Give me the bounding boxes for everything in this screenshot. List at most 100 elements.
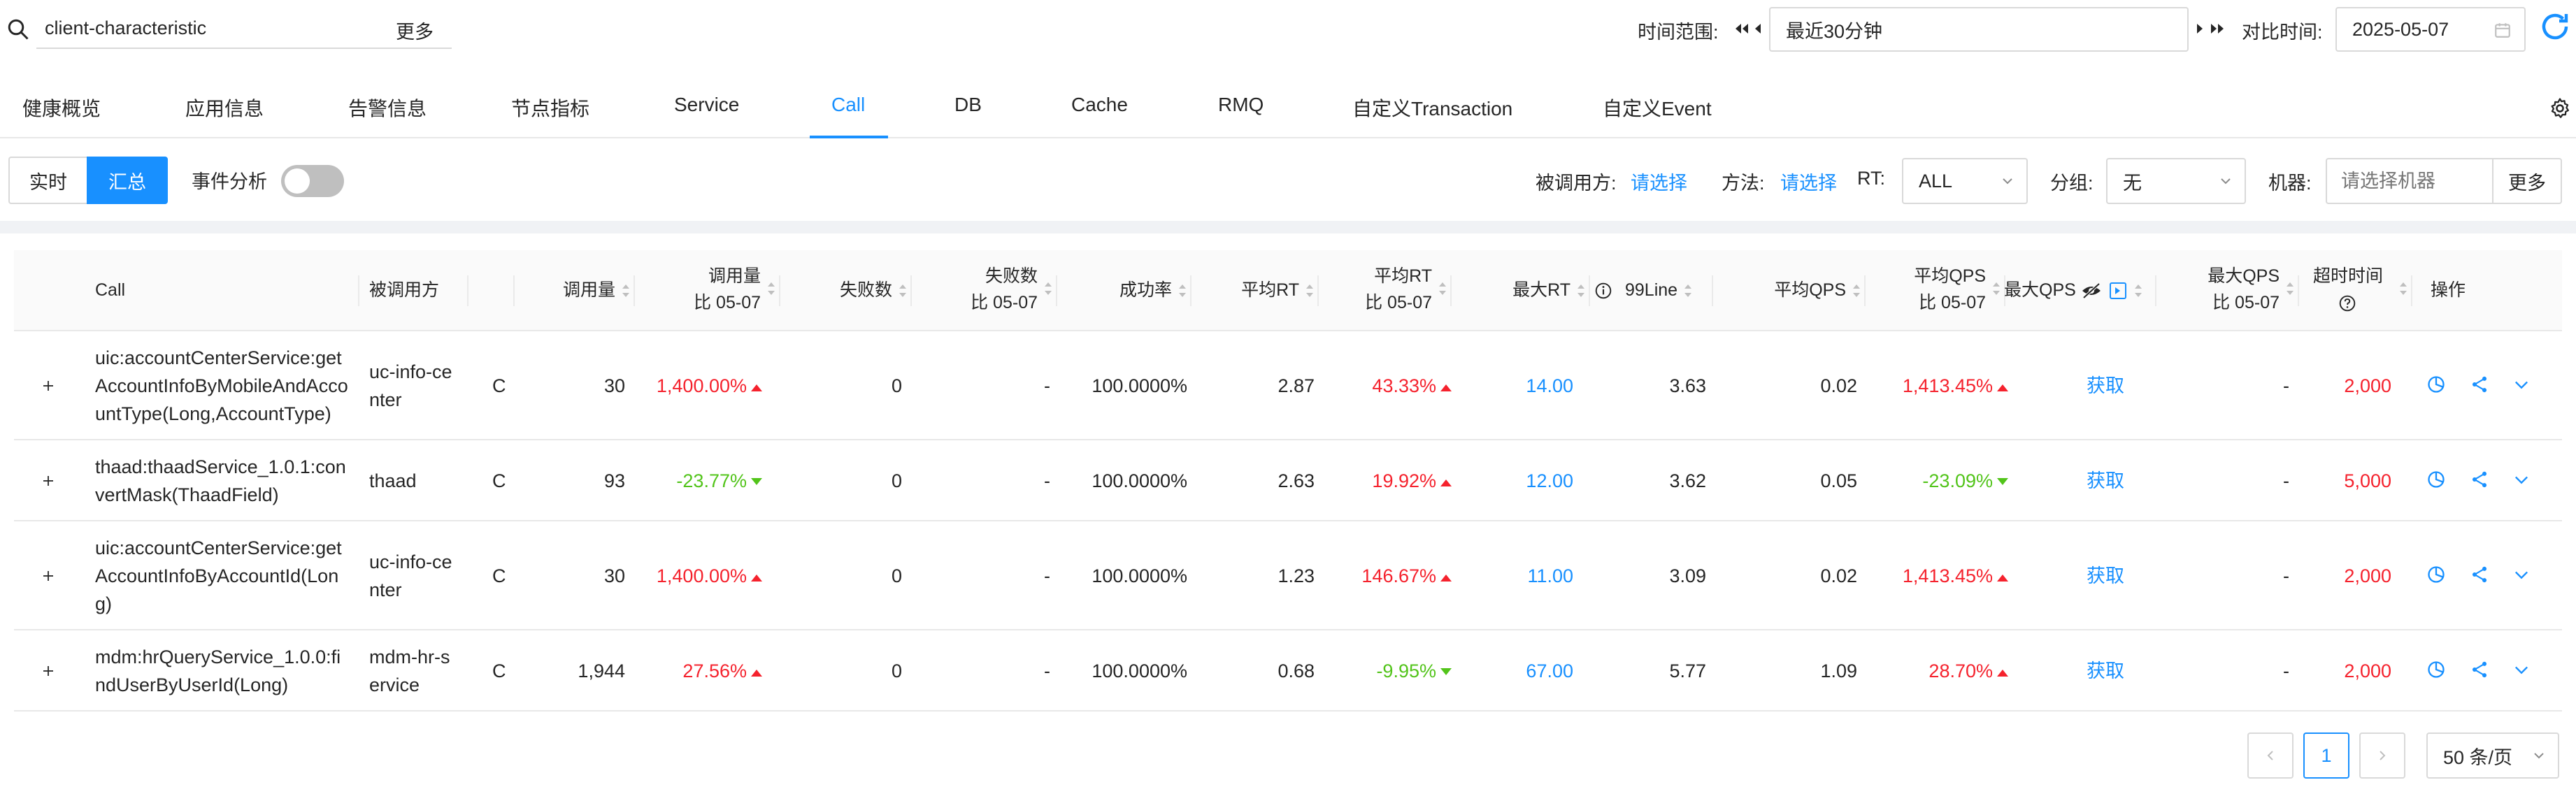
sort-icon[interactable] <box>1991 278 2001 299</box>
max-rt-link[interactable]: 14.00 <box>1453 372 1573 400</box>
page-number-button[interactable]: 1 <box>2303 732 2349 779</box>
chevron-down-icon[interactable] <box>2512 565 2531 584</box>
col-callee[interactable]: 被调用方 <box>369 277 439 303</box>
max-rt-link[interactable]: 11.00 <box>1453 562 1573 590</box>
fetch-max-qps-link[interactable]: 获取 <box>2087 467 2124 495</box>
chevron-down-icon[interactable] <box>2512 470 2531 489</box>
sort-icon[interactable] <box>2133 280 2143 301</box>
sort-icon[interactable] <box>766 278 776 299</box>
sort-icon[interactable] <box>1043 278 1053 299</box>
eye-off-icon[interactable] <box>2080 281 2103 301</box>
realtime-toggle-button[interactable]: 实时 <box>8 157 88 204</box>
arrow-up-icon <box>1997 384 2008 391</box>
page-size-value: 50 条/页 <box>2443 746 2513 768</box>
col-max-qps[interactable]: 最大QPS <box>2004 277 2143 303</box>
search-icon[interactable] <box>6 17 31 42</box>
col-calls-compare[interactable]: 调用量 比 05-07 <box>636 263 776 316</box>
next-page-button[interactable] <box>2359 732 2405 779</box>
chevron-down-icon[interactable] <box>2512 375 2531 394</box>
col-fails-compare[interactable]: 失败数 比 05-07 <box>916 263 1053 316</box>
time-range-select[interactable]: 最近30分钟 <box>1769 7 2189 52</box>
col-timeout[interactable]: 超时时间 <box>2300 263 2408 316</box>
machine-filter-input[interactable] <box>2326 158 2493 204</box>
tab-custom-event[interactable]: 自定义Event <box>1603 94 1712 122</box>
help-icon[interactable] <box>2338 294 2356 312</box>
tab-rmq[interactable]: RMQ <box>1218 94 1264 116</box>
expand-icon[interactable] <box>41 663 56 679</box>
chevron-down-icon[interactable] <box>2512 660 2531 679</box>
col-fails[interactable]: 失败数 <box>783 277 908 303</box>
step-backward-icon[interactable] <box>1748 18 1766 39</box>
col-99line[interactable]: 99Line <box>1594 277 1693 303</box>
sort-icon[interactable] <box>898 280 908 301</box>
fetch-max-qps-link[interactable]: 获取 <box>2087 657 2124 685</box>
page-size-select[interactable]: 50 条/页 <box>2426 732 2559 779</box>
sort-icon[interactable] <box>1683 280 1693 301</box>
max-rt-link[interactable]: 12.00 <box>1453 467 1573 495</box>
step-forward-icon[interactable] <box>2191 18 2210 39</box>
tab-node-metrics[interactable]: 节点指标 <box>511 94 589 122</box>
share-icon[interactable] <box>2470 565 2489 584</box>
col-max-rt[interactable]: 最大RT <box>1453 277 1586 303</box>
sort-icon[interactable] <box>1438 278 1447 299</box>
tab-health-overview[interactable]: 健康概览 <box>22 94 101 122</box>
col-call[interactable]: Call <box>95 277 125 303</box>
refresh-icon[interactable] <box>2538 10 2572 43</box>
gear-icon[interactable] <box>2548 96 2572 120</box>
fetch-max-qps-link[interactable]: 获取 <box>2087 372 2124 400</box>
machine-more-button[interactable]: 更多 <box>2492 158 2562 204</box>
method-filter-select[interactable]: 请选择 <box>1780 168 1837 195</box>
col-avg-rt-compare[interactable]: 平均RT 比 05-07 <box>1322 263 1447 316</box>
tab-call[interactable]: Call <box>831 94 865 116</box>
compare-date-picker[interactable]: 2025-05-07 <box>2335 7 2526 52</box>
info-icon[interactable] <box>1594 282 1612 300</box>
col-calls[interactable]: 调用量 <box>519 277 631 303</box>
col-max-qps-compare[interactable]: 最大QPS 比 05-07 <box>2158 263 2295 316</box>
col-success-rate[interactable]: 成功率 <box>1059 277 1187 303</box>
col-avg-qps[interactable]: 平均QPS <box>1715 277 1861 303</box>
expand-icon[interactable] <box>41 378 56 394</box>
group-filter-select[interactable]: 无 <box>2106 158 2246 204</box>
pie-chart-icon[interactable] <box>2426 375 2446 394</box>
expand-icon[interactable] <box>41 568 56 584</box>
max-rt-link[interactable]: 67.00 <box>1453 657 1573 685</box>
col-max-qps-label: 最大QPS <box>2004 280 2076 300</box>
search-input[interactable] <box>36 8 452 49</box>
share-icon[interactable] <box>2470 470 2489 489</box>
pie-chart-icon[interactable] <box>2426 660 2446 679</box>
summary-toggle-button[interactable]: 汇总 <box>87 157 168 204</box>
event-analysis-switch[interactable] <box>281 165 344 197</box>
pie-chart-icon[interactable] <box>2426 565 2446 584</box>
fetch-max-qps-link[interactable]: 获取 <box>2087 562 2124 590</box>
rt-filter-select[interactable]: ALL <box>1902 158 2028 204</box>
tab-alerts[interactable]: 告警信息 <box>348 94 427 122</box>
callee-filter-select[interactable]: 请选择 <box>1631 168 1687 195</box>
sort-icon[interactable] <box>1178 280 1187 301</box>
sort-icon[interactable] <box>1305 280 1315 301</box>
tab-custom-transaction[interactable]: 自定义Transaction <box>1352 94 1512 122</box>
compare-time-label: 对比时间: <box>2242 22 2323 43</box>
prev-page-button[interactable] <box>2247 732 2294 779</box>
share-icon[interactable] <box>2470 660 2489 679</box>
tab-db[interactable]: DB <box>954 94 982 116</box>
tab-service[interactable]: Service <box>674 94 739 116</box>
call-name: uic:accountCenterService:get AccountInfo… <box>95 344 348 428</box>
pie-chart-icon[interactable] <box>2426 470 2446 489</box>
expand-icon[interactable] <box>41 473 56 489</box>
call-name: thaad:thaadService_1.0.1:con vertMask(Th… <box>95 453 346 509</box>
fast-forward-icon[interactable] <box>2208 18 2226 39</box>
sort-icon[interactable] <box>2285 278 2295 299</box>
sort-icon[interactable] <box>1852 280 1861 301</box>
col-avg-qps-compare[interactable]: 平均QPS 比 05-07 <box>1867 263 2001 316</box>
sort-icon[interactable] <box>621 280 631 301</box>
sort-icon[interactable] <box>1576 280 1586 301</box>
tab-app-info[interactable]: 应用信息 <box>185 94 264 122</box>
sort-icon[interactable] <box>2398 278 2408 299</box>
tab-cache[interactable]: Cache <box>1071 94 1128 116</box>
avg-qps-compare-value: 1,413.45% <box>1867 372 2010 400</box>
export-icon[interactable] <box>2108 281 2128 301</box>
share-icon[interactable] <box>2470 375 2489 394</box>
search-more-button[interactable]: 更多 <box>396 17 434 44</box>
column-divider <box>1056 275 1057 306</box>
col-avg-rt[interactable]: 平均RT <box>1193 277 1315 303</box>
